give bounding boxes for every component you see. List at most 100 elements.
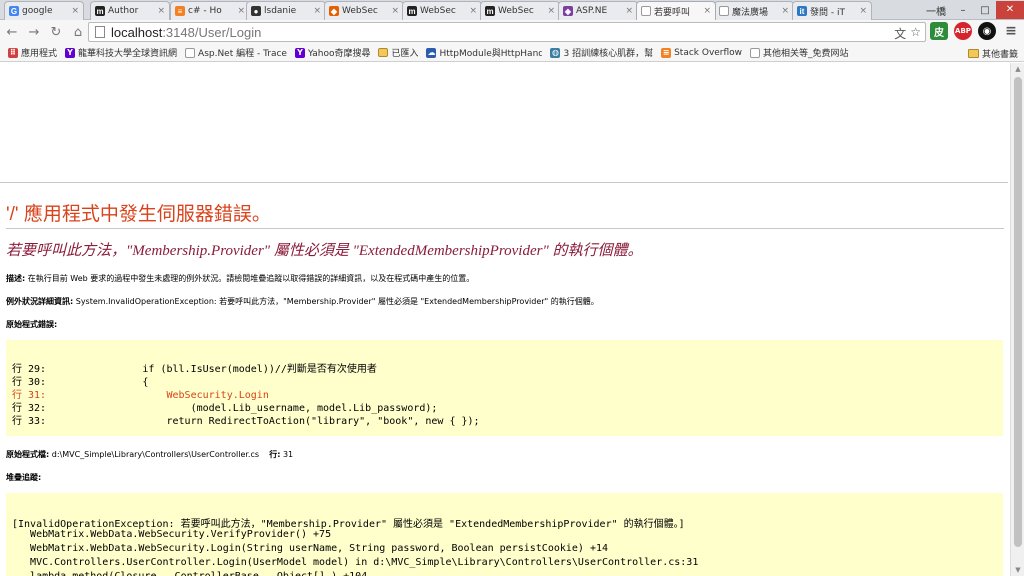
close-window-icon[interactable]: ✕ — [996, 1, 1024, 19]
folder-icon — [967, 48, 979, 58]
bookmark-label: HttpModule與HttpHandler — [439, 49, 543, 59]
extension-skin-icon[interactable]: 皮 — [930, 22, 948, 40]
browser-tab[interactable]: ◆ WebSec × — [324, 1, 404, 20]
forward-icon[interactable]: → — [24, 22, 44, 42]
tab-title: lsdanie — [264, 6, 297, 16]
bookmark-item[interactable]: Y Yahoo奇摩搜尋 — [294, 46, 370, 59]
stack-trace-label: 堆疊追蹤: — [6, 473, 42, 482]
maximize-icon[interactable]: □ — [974, 5, 996, 16]
back-icon[interactable]: ← — [2, 22, 22, 42]
error-title: '/' 應用程式中發生伺服器錯誤。 — [6, 204, 271, 225]
url-path: :3148/User/Login — [162, 24, 262, 40]
tab-strip: 一橋 – □ ✕ Ggoogle × m Author × ≡ c# - Ho × ● lsdan… — [0, 0, 1024, 20]
tab-close-icon[interactable]: × — [547, 6, 555, 16]
tab-title: 魔法廣場 — [732, 7, 769, 18]
bookmark-item[interactable]: Y 龍華科技大學全球資訊網 — [65, 46, 177, 59]
moodle-icon: m — [485, 6, 495, 16]
tab-close-icon[interactable]: × — [157, 6, 165, 16]
translate-icon[interactable]: 文 — [894, 25, 906, 42]
browser-tab[interactable]: it 發問 - iT × — [792, 1, 872, 20]
stackoverflow-icon: ≡ — [175, 6, 185, 16]
browser-tab[interactable]: ● lsdanie × — [246, 1, 326, 20]
minimize-icon[interactable]: – — [952, 5, 974, 16]
tab-title: google — [22, 6, 53, 16]
bookmark-item[interactable]: ⠿ 應用程式 — [8, 46, 57, 59]
adblock-plus-icon[interactable]: ABP — [954, 22, 972, 40]
stack-trace-line: lambda_method(Closure , ControllerBase ,… — [12, 571, 367, 576]
source-code-block: 行 29: if (bll.IsUser(model))//判斷是否有次使用者行… — [6, 340, 1003, 436]
bookmark-label: 已匯入 — [391, 49, 419, 59]
tab-close-icon[interactable]: × — [469, 6, 477, 16]
browser-tab[interactable]: m WebSec × — [402, 1, 482, 20]
address-bar[interactable]: localhost:3148/User/Login 文 ☆ — [88, 22, 926, 42]
bookmark-label: 龍華科技大學全球資訊網 — [78, 49, 178, 59]
menu-icon[interactable]: ≡ — [1002, 22, 1020, 40]
github-icon: ● — [251, 6, 261, 16]
bookmark-label: Stack Overflow — [674, 47, 743, 58]
tab-close-icon[interactable]: × — [71, 6, 79, 16]
error-subtitle: 若要呼叫此方法，"Membership.Provider" 屬性必須是 "Ext… — [6, 243, 643, 259]
stack-trace-line: [InvalidOperationException: 若要呼叫此方法，"Mem… — [12, 519, 685, 530]
home-icon[interactable]: ⌂ — [68, 22, 88, 42]
tab-title: WebSec — [420, 6, 456, 16]
yahoo-icon: Y — [65, 47, 76, 58]
google-icon: G — [9, 6, 19, 16]
tab-title: WebSec — [498, 6, 534, 16]
aspnet-icon: ◈ — [563, 6, 573, 16]
stack-trace-line: WebMatrix.WebData.WebSecurity.VerifyProv… — [12, 529, 332, 540]
browser-tab[interactable]: m Author × — [90, 1, 170, 20]
bookmark-item[interactable]: ≡ Stack Overflow — [661, 47, 743, 58]
vertical-scrollbar[interactable]: ▲ ▼ — [1010, 63, 1024, 576]
tab-close-icon[interactable]: × — [703, 6, 711, 16]
tab-title: ASP.NE — [576, 6, 608, 16]
bookmark-star-icon[interactable]: ☆ — [910, 25, 921, 42]
stack-trace-line: MVC.Controllers.UserController.Login(Use… — [12, 557, 699, 568]
bookmark-label: 應用程式 — [21, 49, 58, 59]
bookmark-item[interactable]: ◍ 3 招訓練核心肌群，幫 — [550, 46, 653, 59]
reload-icon[interactable]: ↻ — [46, 22, 66, 42]
moodle-icon: m — [95, 6, 105, 16]
profile-name[interactable]: 一橋 — [926, 3, 946, 18]
webfox-icon: ◆ — [329, 6, 339, 16]
scrollbar-thumb[interactable] — [1014, 77, 1022, 547]
stackoverflow-icon: ≡ — [661, 47, 672, 58]
ithome-icon: it — [797, 6, 807, 16]
page-icon — [750, 47, 761, 58]
bookmark-item[interactable]: 其他相关等_免费网站 — [750, 46, 849, 59]
window-controls: 一橋 – □ ✕ — [926, 0, 1024, 20]
browser-tab[interactable]: m WebSec × — [480, 1, 560, 20]
tab-close-icon[interactable]: × — [391, 6, 399, 16]
folder-icon — [378, 48, 389, 57]
scroll-up-icon[interactable]: ▲ — [1011, 63, 1024, 75]
browser-tab[interactable]: 魔法廣場 × — [714, 1, 794, 20]
tab-title: 發問 - iT — [810, 7, 845, 18]
bookmark-item[interactable]: Asp.Net 編程 - Trace — [185, 46, 287, 59]
browser-tab[interactable]: Ggoogle × — [4, 1, 84, 20]
url-host: localhost — [111, 24, 163, 40]
page-icon — [95, 26, 105, 38]
fitness-icon: ◍ — [550, 47, 561, 58]
other-bookmarks-label: 其他書籤 — [981, 49, 1018, 60]
bookmark-item[interactable]: ☁HttpModule與HttpHandler — [426, 46, 542, 59]
tab-close-icon[interactable]: × — [781, 6, 789, 16]
other-bookmarks[interactable]: 其他書籤 — [967, 44, 1018, 62]
bookmark-label: Asp.Net 編程 - Trace — [198, 49, 287, 59]
scroll-down-icon[interactable]: ▼ — [1011, 564, 1024, 576]
bookmark-label: 其他相关等_免费网站 — [763, 49, 849, 59]
browser-tab[interactable]: ≡ c# - Ho × — [170, 1, 250, 20]
browser-tab[interactable]: 若要呼叫 × — [636, 1, 716, 20]
bookmark-item[interactable]: 已匯入 — [378, 46, 418, 59]
tab-close-icon[interactable]: × — [313, 6, 321, 16]
tab-title: c# - Ho — [188, 6, 222, 16]
tab-close-icon[interactable]: × — [237, 6, 245, 16]
tab-close-icon[interactable]: × — [625, 6, 633, 16]
ghostery-icon[interactable]: ◉ — [978, 22, 996, 40]
tab-close-icon[interactable]: × — [859, 6, 867, 16]
source-code-line: 行 33: return RedirectToAction("library",… — [12, 416, 480, 427]
exception-details-line: 例外狀況詳細資訊: System.InvalidOperationExcepti… — [6, 297, 599, 306]
stack-trace-line: WebMatrix.WebData.WebSecurity.Login(Stri… — [12, 543, 609, 554]
page-icon — [185, 47, 196, 58]
description-line: 描述: 在執行目前 Web 要求的過程中發生未處理的例外狀況。請檢閱堆疊追蹤以取… — [6, 274, 475, 283]
browser-tab[interactable]: ◈ ASP.NE × — [558, 1, 638, 20]
page-icon — [641, 6, 651, 16]
